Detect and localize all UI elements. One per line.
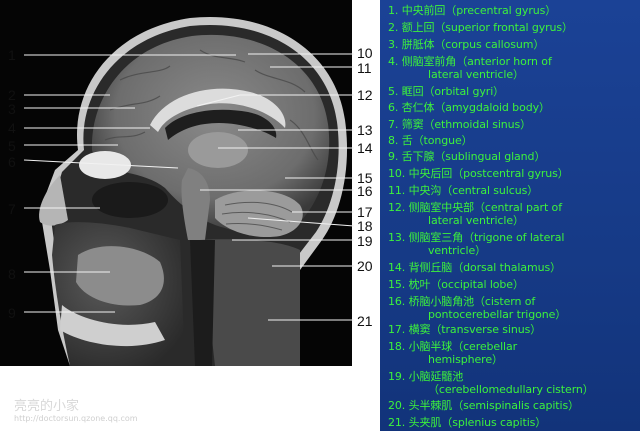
legend-item: 9. 舌下腺（sublingual gland） bbox=[388, 150, 545, 163]
label-14: 14 bbox=[357, 140, 373, 156]
legend-item-text: 16. 桥脑小脑角池（cistern of bbox=[388, 295, 536, 308]
legend-item-text: 7. 筛窦（ethmoidal sinus） bbox=[388, 118, 532, 131]
label-6: 6 bbox=[8, 154, 16, 170]
label-11: 11 bbox=[357, 60, 372, 76]
legend-item-text: 9. 舌下腺（sublingual gland） bbox=[388, 150, 546, 163]
legend-item-continuation: pontocerebellar trigone） bbox=[428, 308, 567, 321]
label-16: 16 bbox=[357, 183, 373, 199]
legend-item-text: 4. 侧脑室前角（anterior horn of bbox=[388, 55, 552, 68]
legend-item-text: 12. 侧脑室中央部（central part of bbox=[388, 201, 562, 214]
watermark-url: http://doctorsun.qzone.qq.com bbox=[14, 414, 138, 423]
legend-item: 13. 侧脑室三角（trigone of lateral ventricle） bbox=[388, 231, 564, 257]
legend-item: 19. 小脑延髓池 （cerebellomedullary cistern） bbox=[388, 370, 594, 396]
thalamus bbox=[188, 132, 248, 168]
label-5: 5 bbox=[8, 138, 16, 154]
label-18: 18 bbox=[357, 218, 373, 234]
legend-item-text: 10. 中央后回（postcentral gyrus） bbox=[388, 167, 569, 180]
label-19: 19 bbox=[357, 233, 373, 249]
ethmoid-region bbox=[92, 182, 168, 218]
legend-item: 11. 中央沟（central sulcus） bbox=[388, 184, 538, 197]
legend-item-text: 3. 胼胝体（corpus callosum） bbox=[388, 38, 545, 51]
legend-item-text: 13. 侧脑室三角（trigone of lateral bbox=[388, 231, 565, 244]
legend-item-continuation: lateral ventricle） bbox=[428, 68, 524, 81]
label-9: 9 bbox=[8, 305, 16, 321]
legend-item-text: 8. 舌（tongue） bbox=[388, 134, 473, 147]
legend-item-text: 17. 横窦（transverse sinus） bbox=[388, 323, 542, 336]
legend-item: 16. 桥脑小脑角池（cistern of pontocerebellar tri… bbox=[388, 295, 566, 321]
legend-item-text: 6. 杏仁体（amygdaloid body） bbox=[388, 101, 550, 114]
legend-item-continuation: ventricle） bbox=[428, 244, 487, 257]
legend-item: 8. 舌（tongue） bbox=[388, 134, 473, 147]
label-12: 12 bbox=[357, 87, 373, 103]
legend-item: 18. 小脑半球（cerebellar hemisphere） bbox=[388, 340, 517, 366]
legend-item: 4. 侧脑室前角（anterior horn of lateral ventric… bbox=[388, 55, 552, 81]
legend-item-text: 14. 背侧丘脑（dorsal thalamus） bbox=[388, 261, 561, 274]
legend-item-text: 20. 头半棘肌（semispinalis capitis） bbox=[388, 399, 580, 412]
legend-item-text: 1. 中央前回（precentral gyrus） bbox=[388, 4, 557, 17]
legend-item: 7. 筛窦（ethmoidal sinus） bbox=[388, 118, 531, 131]
legend-item-text: 21. 头夹肌（splenius capitis） bbox=[388, 416, 547, 429]
legend-item: 20. 头半棘肌（semispinalis capitis） bbox=[388, 399, 579, 412]
legend-item-text: 18. 小脑半球（cerebellar bbox=[388, 340, 518, 353]
legend-list: 1. 中央前回（precentral gyrus） 2. 额上回（superior… bbox=[388, 0, 640, 431]
legend-item: 2. 额上回（superior frontal gyrus） bbox=[388, 21, 573, 34]
legend-item-text: 15. 枕叶（occipital lobe） bbox=[388, 278, 524, 291]
label-20: 20 bbox=[357, 258, 373, 274]
watermark-name: 亮亮的小家 bbox=[14, 399, 80, 414]
legend-item: 10. 中央后回（postcentral gyrus） bbox=[388, 167, 569, 180]
legend-item: 17. 横窦（transverse sinus） bbox=[388, 323, 541, 336]
label-13: 13 bbox=[357, 122, 373, 138]
legend-item: 6. 杏仁体（amygdaloid body） bbox=[388, 101, 550, 114]
label-4: 4 bbox=[8, 120, 16, 136]
mri-sagittal-image bbox=[0, 0, 355, 367]
legend-item-text: 19. 小脑延髓池 bbox=[388, 370, 464, 383]
label-8: 8 bbox=[8, 266, 16, 282]
legend-item: 14. 背侧丘脑（dorsal thalamus） bbox=[388, 261, 561, 274]
legend-item: 1. 中央前回（precentral gyrus） bbox=[388, 4, 556, 17]
legend-item: 3. 胼胝体（corpus callosum） bbox=[388, 38, 544, 51]
legend-item: 5. 眶回（orbital gyri） bbox=[388, 85, 504, 98]
legend-item-text: 11. 中央沟（central sulcus） bbox=[388, 184, 539, 197]
legend-item-text: 5. 眶回（orbital gyri） bbox=[388, 85, 505, 98]
legend-item-continuation: （cerebellomedullary cistern） bbox=[428, 383, 594, 396]
label-3: 3 bbox=[8, 101, 16, 117]
legend-item: 15. 枕叶（occipital lobe） bbox=[388, 278, 524, 291]
legend-item-continuation: lateral ventricle） bbox=[428, 214, 524, 227]
legend-item-continuation: hemisphere） bbox=[428, 353, 503, 366]
legend-item-text: 2. 额上回（superior frontal gyrus） bbox=[388, 21, 573, 34]
neck-muscles bbox=[200, 239, 300, 366]
label-10: 10 bbox=[357, 45, 373, 61]
legend-item: 12. 侧脑室中央部（central part of lateral ventri… bbox=[388, 201, 562, 227]
legend-item: 21. 头夹肌（splenius capitis） bbox=[388, 416, 546, 429]
label-21: 21 bbox=[357, 313, 373, 329]
label-7: 7 bbox=[8, 201, 16, 217]
label-1: 1 bbox=[8, 47, 16, 63]
